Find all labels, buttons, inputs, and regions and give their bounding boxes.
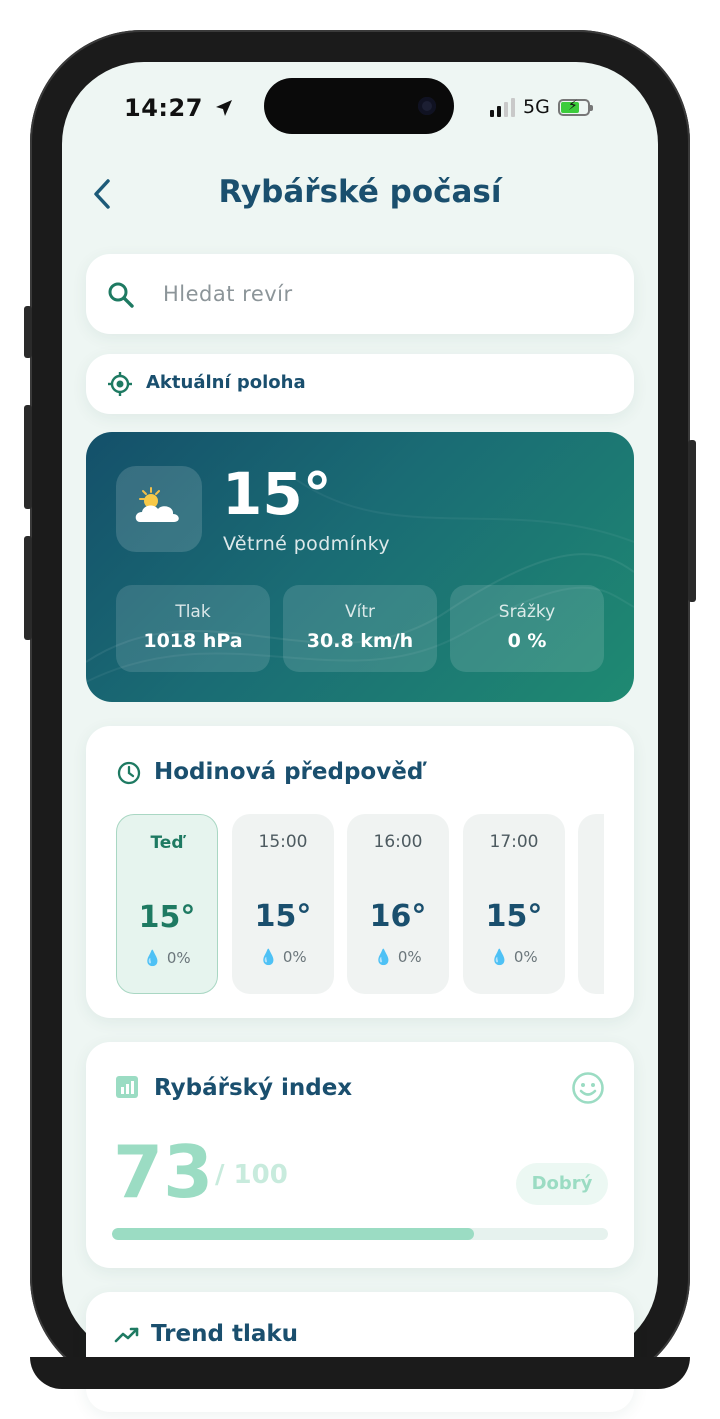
back-button[interactable] xyxy=(90,174,120,214)
progress-fill xyxy=(112,1228,475,1240)
page-title: Rybářské počasí xyxy=(218,174,502,210)
status-indicators: 5G ⚡ xyxy=(490,96,593,118)
hour-time: Teď xyxy=(150,833,184,853)
search-input[interactable]: Hledat revír xyxy=(163,282,293,306)
stat-label: Srážky xyxy=(498,602,556,622)
stat-precipitation: Srážky 0 % xyxy=(450,585,604,672)
stat-value: 1018 hPa xyxy=(143,630,243,652)
fishing-index-value: 73 xyxy=(113,1130,214,1214)
stat-wind: Vítr 30.8 km/h xyxy=(283,585,437,672)
volume-up-button xyxy=(24,405,32,509)
clock-icon xyxy=(116,760,142,790)
location-arrow-icon xyxy=(215,100,232,116)
raindrop-icon: 💧 xyxy=(143,949,163,967)
hour-temp: 15° xyxy=(138,900,196,935)
power-button xyxy=(688,440,696,602)
battery-icon: ⚡ xyxy=(557,98,593,116)
hour-item[interactable]: 17:00 15° 💧 0% xyxy=(463,814,565,994)
status-time: 14:27 xyxy=(124,94,234,122)
hour-rain: 💧 0% xyxy=(490,948,538,966)
raindrop-icon: 💧 xyxy=(374,948,394,966)
hour-rain: 💧 0% xyxy=(259,948,307,966)
rating-badge: Dobrý xyxy=(516,1163,608,1205)
mute-switch xyxy=(24,306,32,358)
location-target-icon xyxy=(107,371,133,401)
search-icon xyxy=(106,280,136,314)
status-time-text: 14:27 xyxy=(124,94,203,122)
hour-item-now[interactable]: Teď 15° 💧 0% xyxy=(116,814,218,994)
pressure-trend-title: Trend tlaku xyxy=(151,1321,299,1347)
fishing-index-title: Rybářský index xyxy=(154,1075,353,1101)
network-label: 5G xyxy=(523,96,550,118)
hour-item[interactable]: 15:00 15° 💧 0% xyxy=(232,814,334,994)
fishing-index-progress xyxy=(112,1228,608,1240)
hour-rain: 💧 0% xyxy=(143,949,191,967)
hourly-forecast-title: Hodinová předpověď xyxy=(154,759,424,785)
weather-icon-box xyxy=(116,466,202,552)
stat-label: Tlak xyxy=(175,602,211,622)
dynamic-island xyxy=(264,78,454,134)
raindrop-icon: 💧 xyxy=(490,948,510,966)
hour-item-partial xyxy=(578,814,604,994)
current-temperature: 15° xyxy=(222,460,332,528)
pressure-trend-card xyxy=(86,1292,634,1412)
hour-time: 15:00 xyxy=(258,832,308,852)
raindrop-icon: 💧 xyxy=(259,948,279,966)
hour-time: 16:00 xyxy=(373,832,423,852)
hour-rain: 💧 0% xyxy=(374,948,422,966)
stat-pressure: Tlak 1018 hPa xyxy=(116,585,270,672)
camera xyxy=(418,97,436,115)
stat-value: 0 % xyxy=(507,630,547,652)
trend-up-icon xyxy=(114,1324,140,1350)
chevron-left-icon xyxy=(94,179,110,209)
signal-icon xyxy=(490,97,515,117)
bezel-bottom xyxy=(30,1357,690,1389)
weather-condition: Větrné podmínky xyxy=(223,533,391,555)
fishing-index-max: / 100 xyxy=(215,1160,288,1190)
smiley-icon xyxy=(571,1071,605,1109)
current-location-label: Aktuální poloha xyxy=(146,372,306,393)
hour-item[interactable]: 16:00 16° 💧 0% xyxy=(347,814,449,994)
hour-temp: 16° xyxy=(369,899,427,934)
partly-cloudy-icon xyxy=(135,487,179,522)
stat-value: 30.8 km/h xyxy=(306,630,414,652)
bar-chart-icon xyxy=(116,1076,138,1102)
hour-temp: 15° xyxy=(254,899,312,934)
hour-time: 17:00 xyxy=(489,832,539,852)
volume-down-button xyxy=(24,536,32,640)
stat-label: Vítr xyxy=(344,602,375,622)
hour-temp: 15° xyxy=(485,899,543,934)
